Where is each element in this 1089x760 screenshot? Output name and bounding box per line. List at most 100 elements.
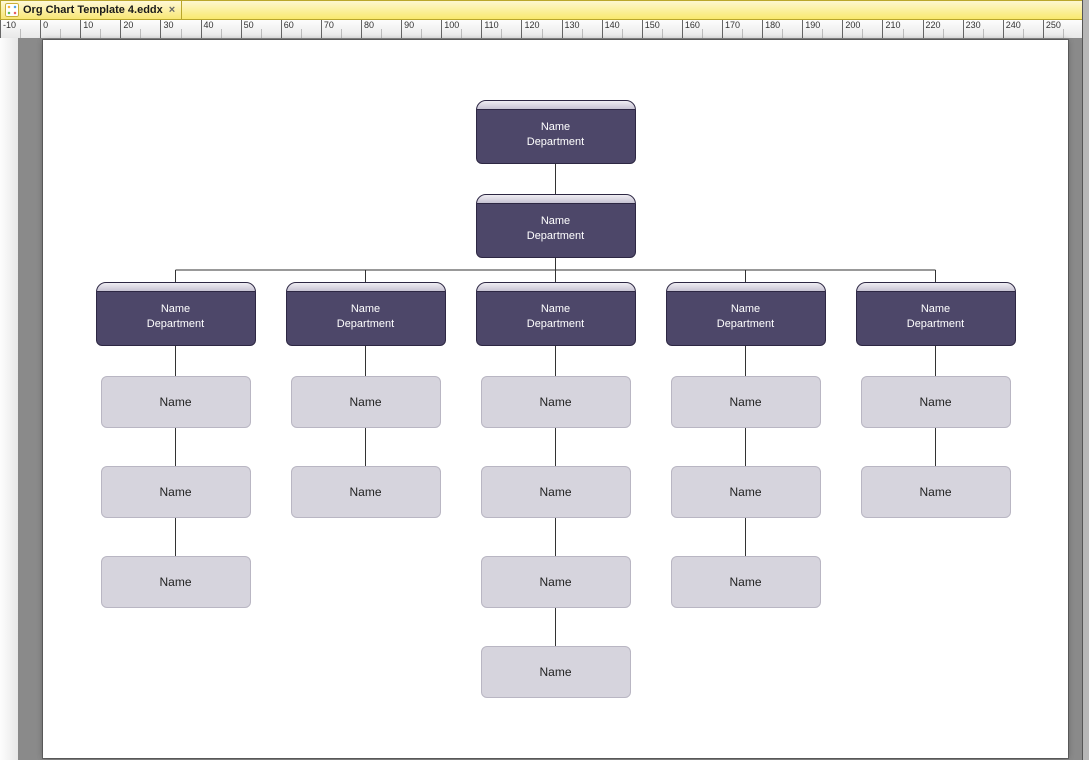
ruler-tick-minor <box>461 29 464 38</box>
ruler-tick-major: 20 <box>120 20 133 38</box>
dept-node-cap <box>477 283 635 292</box>
dept-node-line2: Department <box>147 318 204 330</box>
leaf-node-label: Name <box>919 485 951 499</box>
org-leaf-3-1[interactable]: Name <box>671 466 821 518</box>
dept-node-line1: Name <box>541 121 570 133</box>
ruler-tick-major: 10 <box>80 20 93 38</box>
leaf-node-label: Name <box>729 395 761 409</box>
dept-node-body: Name Department <box>717 296 774 332</box>
ruler-tick-minor <box>662 29 665 38</box>
org-col-head-3[interactable]: Name Department <box>666 282 826 346</box>
leaf-node-label: Name <box>349 485 381 499</box>
leaf-node-label: Name <box>539 395 571 409</box>
org-leaf-1-0[interactable]: Name <box>291 376 441 428</box>
ruler-tick-minor <box>60 29 63 38</box>
canvas-area[interactable]: Name Department Name Department Name Departme… <box>18 38 1083 760</box>
dept-node-line2: Department <box>527 230 584 242</box>
org-leaf-4-1[interactable]: Name <box>861 466 1011 518</box>
ruler-tick-minor <box>501 29 504 38</box>
dept-node-body: NameDepartment <box>527 296 584 332</box>
dept-node-body: NameDepartment <box>527 114 584 150</box>
ruler-tick-major: 220 <box>923 20 941 38</box>
ruler-tick-minor <box>20 29 23 38</box>
ruler-tick-major: 160 <box>682 20 700 38</box>
page[interactable]: Name Department Name Department Name Departme… <box>43 40 1068 758</box>
ruler-tick-minor <box>221 29 224 38</box>
org-leaf-2-2[interactable]: Name <box>481 556 631 608</box>
ruler-tick-major: 150 <box>642 20 660 38</box>
leaf-node-label: Name <box>159 395 191 409</box>
leaf-node-label: Name <box>349 395 381 409</box>
ruler-tick-minor <box>341 29 344 38</box>
dept-node-line1: Name <box>541 303 570 315</box>
org-leaf-1-1[interactable]: Name <box>291 466 441 518</box>
dept-node-cap <box>667 283 825 292</box>
org-leaf-2-0[interactable]: Name <box>481 376 631 428</box>
vertical-ruler <box>0 38 19 760</box>
workspace: Org Chart Template 4.eddx × -10010203040… <box>0 0 1089 760</box>
org-leaf-3-2[interactable]: Name <box>671 556 821 608</box>
org-col-head-1[interactable]: NameDepartment <box>286 282 446 346</box>
ruler-tick-minor <box>542 29 545 38</box>
ruler-tick-major: 240 <box>1003 20 1021 38</box>
dept-node-cap <box>477 101 635 110</box>
dept-node-line1: Name <box>161 303 190 315</box>
leaf-node-label: Name <box>539 665 571 679</box>
ruler-tick-major: 110 <box>481 20 498 38</box>
ruler-tick-major: 180 <box>762 20 780 38</box>
ruler-tick-major: 190 <box>802 20 820 38</box>
dept-node-cap <box>287 283 445 292</box>
ruler-tick-major: 120 <box>521 20 539 38</box>
dept-node-line2: Department <box>907 318 964 330</box>
org-leaf-2-1[interactable]: Name <box>481 466 631 518</box>
right-edge <box>1082 0 1089 760</box>
ruler-tick-major: 30 <box>160 20 173 38</box>
org-sub-node[interactable]: NameDepartment <box>476 194 636 258</box>
dept-node-line2: Department <box>717 318 774 330</box>
org-leaf-0-2[interactable]: Name <box>101 556 251 608</box>
ruler-tick-minor <box>140 29 143 38</box>
leaf-node-label: Name <box>919 395 951 409</box>
ruler-tick-major: -10 <box>0 20 16 38</box>
leaf-node-label: Name <box>729 485 761 499</box>
ruler-tick-major: 200 <box>842 20 860 38</box>
dept-node-body: Name Department <box>907 296 964 332</box>
leaf-node-label: Name <box>159 485 191 499</box>
ruler-tick-minor <box>381 29 384 38</box>
ruler-tick-minor <box>782 29 785 38</box>
document-tab[interactable]: Org Chart Template 4.eddx × <box>1 1 182 19</box>
leaf-node-label: Name <box>729 575 761 589</box>
dept-node-body: NameDepartment <box>337 296 394 332</box>
org-leaf-0-0[interactable]: Name <box>101 376 251 428</box>
app-document-icon <box>5 3 19 17</box>
dept-node-body: Name Department <box>147 296 204 332</box>
org-leaf-0-1[interactable]: Name <box>101 466 251 518</box>
document-tab-title: Org Chart Template 4.eddx <box>23 4 163 16</box>
leaf-node-label: Name <box>159 575 191 589</box>
ruler-tick-minor <box>1023 29 1026 38</box>
dept-node-cap <box>97 283 255 292</box>
leaf-node-label: Name <box>539 485 571 499</box>
ruler-tick-major: 170 <box>722 20 740 38</box>
org-chart-diagram[interactable]: Name Department Name Department Name Departme… <box>43 40 1068 758</box>
org-col-head-2[interactable]: NameDepartment <box>476 282 636 346</box>
org-col-head-4[interactable]: Name Department <box>856 282 1016 346</box>
org-leaf-2-3[interactable]: Name <box>481 646 631 698</box>
dept-node-line1: Name <box>921 303 950 315</box>
ruler-tick-major: 130 <box>562 20 580 38</box>
ruler-tick-minor <box>421 29 424 38</box>
org-leaf-4-0[interactable]: Name <box>861 376 1011 428</box>
horizontal-ruler: -100102030405060708090100110120130140150… <box>0 20 1083 39</box>
org-col-head-0[interactable]: Name Department <box>96 282 256 346</box>
dept-node-cap <box>477 195 635 204</box>
ruler-tick-major: 230 <box>963 20 981 38</box>
ruler-tick-major: 70 <box>321 20 334 38</box>
dept-node-line1: Name <box>351 303 380 315</box>
close-icon[interactable]: × <box>169 5 175 16</box>
dept-node-cap <box>857 283 1015 292</box>
org-top-node[interactable]: NameDepartment <box>476 100 636 164</box>
leaf-node-label: Name <box>539 575 571 589</box>
ruler-tick-major: 50 <box>241 20 254 38</box>
org-leaf-3-0[interactable]: Name <box>671 376 821 428</box>
dept-node-line1: Name <box>731 303 760 315</box>
